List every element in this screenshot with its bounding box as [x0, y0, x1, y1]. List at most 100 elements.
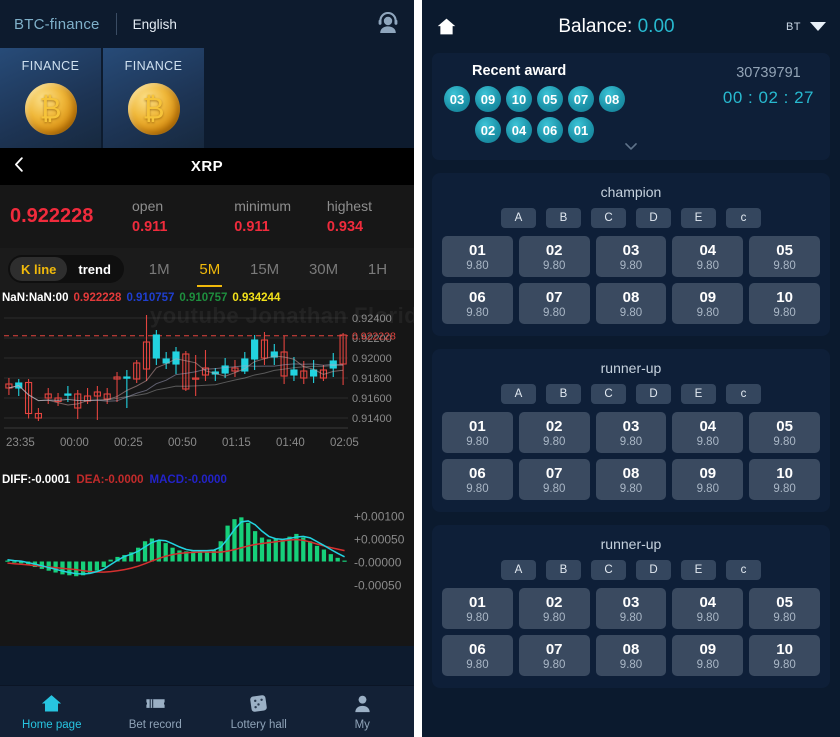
- chevron-down-icon: [810, 22, 826, 31]
- bet-number-cell[interactable]: 049.80: [672, 412, 743, 453]
- timeframe-group: 1M 5M 15M 30M 1H: [124, 248, 406, 290]
- bet-number-cell[interactable]: 019.80: [442, 412, 513, 453]
- brand-title: BTC-finance: [14, 16, 100, 33]
- draw-info: 30739791 00 : 02 : 27: [723, 65, 814, 108]
- candlestick-chart[interactable]: NaN:NaN:000.9222280.9107570.9107570.9342…: [0, 290, 414, 476]
- bet-number: 10: [776, 465, 793, 482]
- nav-home-page[interactable]: Home page: [0, 686, 104, 737]
- bet-number-cell[interactable]: 099.80: [672, 459, 743, 500]
- letter-filter-a[interactable]: A: [501, 208, 536, 228]
- bet-number-cell[interactable]: 099.80: [672, 635, 743, 676]
- timeframe-1m[interactable]: 1M: [149, 248, 170, 290]
- bet-odds: 9.80: [697, 260, 719, 272]
- nav-lottery-hall[interactable]: Lottery hall: [207, 686, 311, 737]
- timeframe-30m[interactable]: 30M: [309, 248, 338, 290]
- letter-filter-d[interactable]: D: [636, 208, 671, 228]
- nav-bet-record-label: Bet record: [129, 719, 182, 731]
- bet-number-cell[interactable]: 049.80: [672, 236, 743, 277]
- bet-number: 06: [469, 465, 486, 482]
- letter-filter-b[interactable]: B: [546, 560, 581, 580]
- bet-number-cell[interactable]: 089.80: [596, 283, 667, 324]
- bet-number-cell[interactable]: 079.80: [519, 635, 590, 676]
- bet-number-cell[interactable]: 039.80: [596, 412, 667, 453]
- finance-card-list: FINANCE FINANCE: [0, 48, 414, 148]
- letter-filter-c[interactable]: c: [726, 560, 761, 580]
- bet-number-cell[interactable]: 079.80: [519, 459, 590, 500]
- bet-number-cell[interactable]: 109.80: [749, 459, 820, 500]
- chart-legend-time: NaN:NaN:00: [2, 292, 68, 304]
- currency-selector[interactable]: BT: [786, 21, 826, 33]
- letter-filter-e[interactable]: E: [681, 208, 716, 228]
- letter-filter-c[interactable]: C: [591, 208, 626, 228]
- bottom-navigation: Home page Bet record Lottery hall: [0, 685, 414, 737]
- language-selector[interactable]: English: [133, 17, 177, 32]
- app-root: BTC-finance English FINANCE FINANCE: [0, 0, 840, 737]
- bet-number-cell[interactable]: 019.80: [442, 236, 513, 277]
- bet-number-cell[interactable]: 049.80: [672, 588, 743, 629]
- nav-my[interactable]: My: [311, 686, 415, 737]
- tab-trend[interactable]: trend: [67, 257, 122, 281]
- support-agent-icon[interactable]: [376, 12, 400, 36]
- timeframe-1h[interactable]: 1H: [368, 248, 387, 290]
- nav-my-label: My: [355, 719, 370, 731]
- letter-filter-d[interactable]: D: [636, 560, 671, 580]
- bet-odds: 9.80: [543, 483, 565, 495]
- letter-filter-a[interactable]: A: [501, 560, 536, 580]
- bet-section: championABCDEc019.80029.80039.80049.8005…: [432, 173, 830, 336]
- bet-section: runner-upABCDEc019.80029.80039.80049.800…: [432, 349, 830, 512]
- bet-number-cell[interactable]: 059.80: [749, 588, 820, 629]
- letter-filter-b[interactable]: B: [546, 384, 581, 404]
- letter-filter-d[interactable]: D: [636, 384, 671, 404]
- finance-card[interactable]: FINANCE: [103, 48, 204, 148]
- stat-highest: highest 0.934: [327, 198, 404, 235]
- bet-number: 05: [776, 418, 793, 435]
- bet-number: 09: [699, 465, 716, 482]
- bet-number-cell[interactable]: 069.80: [442, 283, 513, 324]
- right-panel-lottery: Balance: 0.00 BT Recent award 03 09 10 0…: [422, 0, 840, 737]
- bet-number-cell[interactable]: 059.80: [749, 236, 820, 277]
- macd-chart[interactable]: DIFF:-0.0001DEA:-0.0000MACD:-0.0000 +0.0…: [0, 476, 414, 646]
- bet-number-cell[interactable]: 089.80: [596, 459, 667, 500]
- bet-number-cell[interactable]: 029.80: [519, 236, 590, 277]
- letter-filter-c[interactable]: C: [591, 384, 626, 404]
- bet-number-cell[interactable]: 069.80: [442, 459, 513, 500]
- bet-odds: 9.80: [543, 260, 565, 272]
- letter-filter-c[interactable]: C: [591, 560, 626, 580]
- number-grid: 019.80029.80039.80049.80059.80 069.80079.…: [442, 236, 820, 324]
- svg-text:01:15: 01:15: [222, 437, 251, 449]
- bet-number-cell[interactable]: 029.80: [519, 588, 590, 629]
- stat-highest-value: 0.934: [327, 219, 404, 235]
- svg-text:+0.00050: +0.00050: [354, 533, 405, 547]
- letter-filter-c[interactable]: c: [726, 384, 761, 404]
- bet-number-cell[interactable]: 059.80: [749, 412, 820, 453]
- chevron-left-icon[interactable]: [10, 155, 29, 179]
- letter-filter-e[interactable]: E: [681, 384, 716, 404]
- letter-filter-b[interactable]: B: [546, 208, 581, 228]
- bet-number-cell[interactable]: 039.80: [596, 588, 667, 629]
- finance-card[interactable]: FINANCE: [0, 48, 101, 148]
- bet-number-cell[interactable]: 109.80: [749, 635, 820, 676]
- letter-filter-c[interactable]: c: [726, 208, 761, 228]
- bet-section: runner-upABCDEc019.80029.80039.80049.800…: [432, 525, 830, 688]
- bet-number-cell[interactable]: 029.80: [519, 412, 590, 453]
- bet-number-cell[interactable]: 019.80: [442, 588, 513, 629]
- svg-text:00:00: 00:00: [60, 437, 89, 449]
- letter-filter-e[interactable]: E: [681, 560, 716, 580]
- bet-number-cell[interactable]: 089.80: [596, 635, 667, 676]
- nav-bet-record[interactable]: Bet record: [104, 686, 208, 737]
- bet-number-cell[interactable]: 109.80: [749, 283, 820, 324]
- macd-legend: DIFF:-0.0001DEA:-0.0000MACD:-0.0000: [2, 474, 233, 486]
- issue-number: 30739791: [723, 65, 814, 81]
- award-ball: 05: [537, 86, 563, 112]
- letter-filter-a[interactable]: A: [501, 384, 536, 404]
- timeframe-5m[interactable]: 5M: [199, 248, 220, 290]
- timeframe-15m[interactable]: 15M: [250, 248, 279, 290]
- tab-kline[interactable]: K line: [10, 257, 67, 281]
- header-divider: [116, 13, 117, 35]
- bet-number-cell[interactable]: 069.80: [442, 635, 513, 676]
- bet-number-cell[interactable]: 079.80: [519, 283, 590, 324]
- bet-number-cell[interactable]: 039.80: [596, 236, 667, 277]
- chart-watermark: youtube Jonathan Florida: [150, 303, 414, 329]
- expand-award-button[interactable]: [432, 136, 830, 156]
- bet-number-cell[interactable]: 099.80: [672, 283, 743, 324]
